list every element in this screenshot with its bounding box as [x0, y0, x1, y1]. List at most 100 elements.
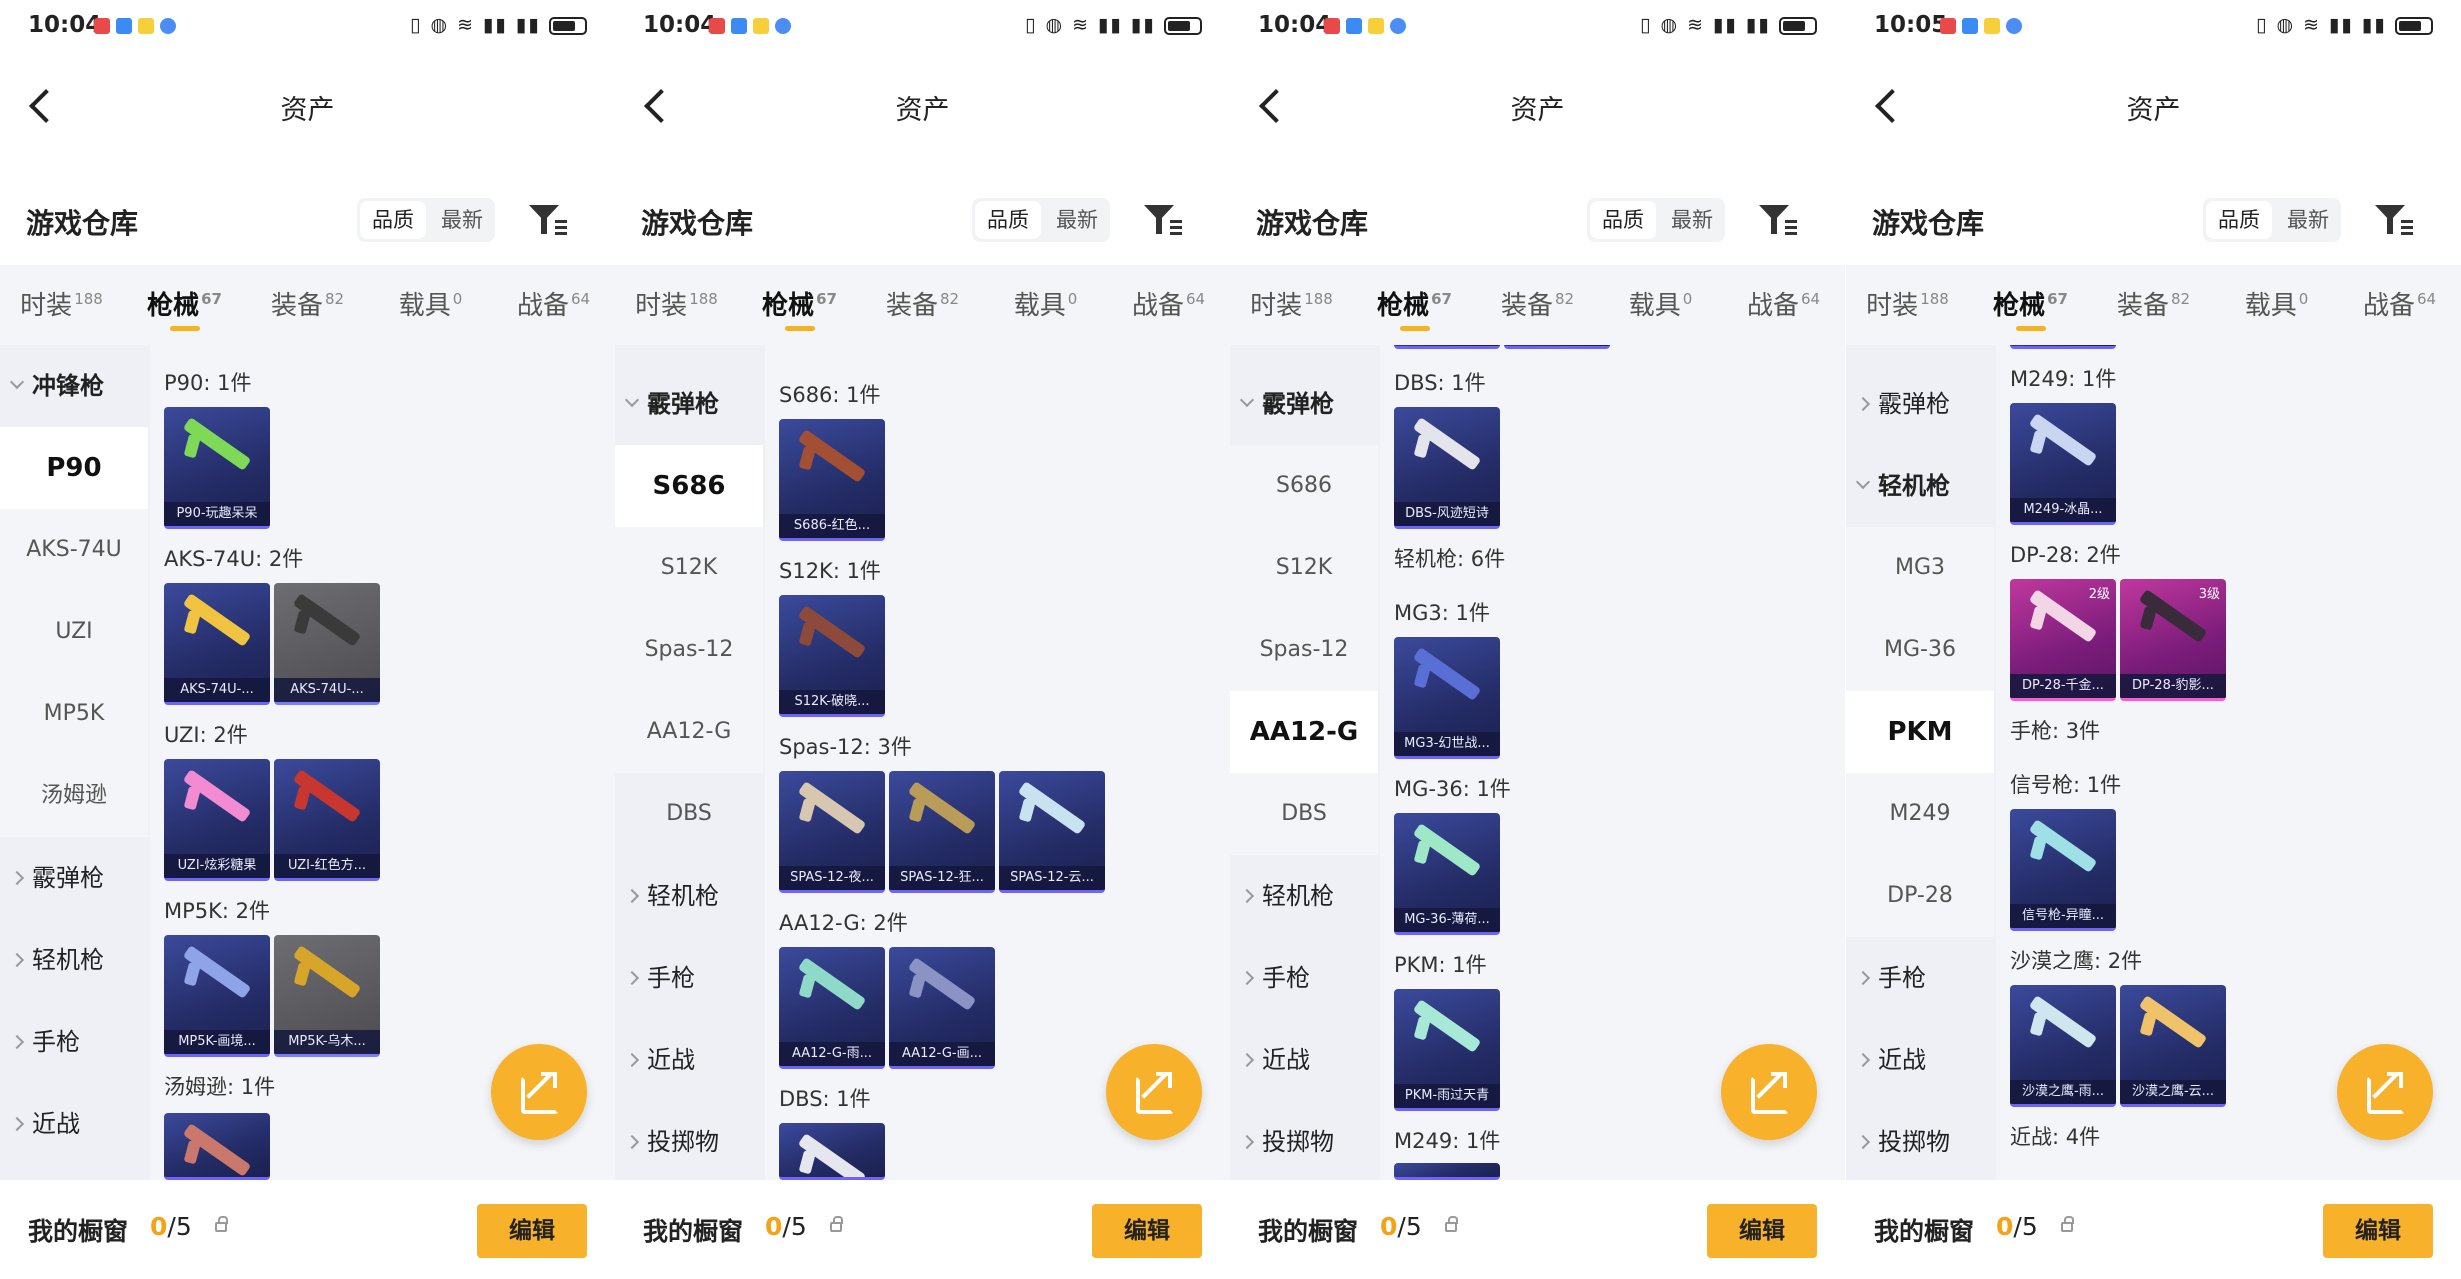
sidebar-item-aa12g[interactable]: AA12-G: [615, 691, 763, 773]
tab-firearms[interactable]: 枪械 67: [123, 265, 246, 345]
skin-card[interactable]: 2级 DP-28-千金...: [2010, 579, 2116, 701]
sidebar-item-s686[interactable]: S686: [615, 445, 763, 527]
edit-button[interactable]: 编辑: [1092, 1204, 1202, 1258]
sidebar-group-throwable[interactable]: 投掷物: [1846, 1101, 1994, 1183]
skin-card[interactable]: SPAS-12-夜...: [779, 771, 885, 893]
filter-icon[interactable]: [2373, 202, 2413, 238]
sidebar-group-lmg[interactable]: 轻机枪: [1846, 445, 1994, 527]
share-icon[interactable]: [491, 1044, 587, 1140]
tab-equipment[interactable]: 装备 82: [2092, 265, 2215, 345]
sidebar-item-mg3[interactable]: MG3: [1846, 527, 1994, 609]
sort-latest[interactable]: 最新: [2275, 198, 2341, 242]
sidebar-group-lmg[interactable]: 轻机枪: [0, 919, 148, 1001]
skin-card[interactable]: [1394, 1163, 1500, 1180]
sidebar-group-melee[interactable]: 近战: [1230, 1019, 1378, 1101]
skin-card[interactable]: UZI-炫彩糖果: [164, 759, 270, 881]
sidebar-group-shotgun[interactable]: 霰弹枪: [1230, 363, 1378, 445]
skin-card[interactable]: SPAS-12-云...: [999, 771, 1105, 893]
tab-firearms[interactable]: 枪械 67: [1969, 265, 2092, 345]
tab-equipment[interactable]: 装备 82: [1476, 265, 1599, 345]
skin-card[interactable]: AA12-G-雨...: [779, 947, 885, 1069]
skin-card[interactable]: AKS-74U-...: [164, 583, 270, 705]
sort-quality[interactable]: 品质: [360, 201, 426, 239]
sidebar-group-throwable[interactable]: 投掷物: [1230, 1101, 1378, 1183]
edit-button[interactable]: 编辑: [477, 1204, 587, 1258]
tab-equipment[interactable]: 装备 82: [861, 265, 984, 345]
sidebar-item-uzi[interactable]: UZI: [0, 591, 148, 673]
tab-fashion[interactable]: 时装 188: [1846, 265, 1969, 345]
tab-fashion[interactable]: 时装 188: [1230, 265, 1353, 345]
sidebar-item-dbs[interactable]: DBS: [1230, 773, 1378, 855]
sidebar-group-shotgun[interactable]: 霰弹枪: [0, 837, 148, 919]
skin-card[interactable]: MP5K-乌木...: [274, 935, 380, 1057]
skin-card[interactable]: [779, 1123, 885, 1180]
sidebar-group-lmg[interactable]: 轻机枪: [1230, 855, 1378, 937]
sidebar-item-thompson[interactable]: 汤姆逊: [0, 755, 148, 837]
sort-latest[interactable]: 最新: [1659, 198, 1725, 242]
sidebar-group-melee[interactable]: 近战: [615, 1019, 763, 1101]
tab-supplies[interactable]: 战备 64: [1722, 265, 1845, 345]
tab-vehicles[interactable]: 载具 0: [369, 265, 492, 345]
sidebar-item-s686[interactable]: S686: [1230, 445, 1378, 527]
sidebar-group-pistol[interactable]: 手枪: [615, 937, 763, 1019]
sidebar-item-s12k[interactable]: S12K: [1230, 527, 1378, 609]
edit-button[interactable]: 编辑: [2323, 1204, 2433, 1258]
sidebar-item-m249[interactable]: M249: [1846, 773, 1994, 855]
skin-card[interactable]: [1504, 345, 1610, 349]
skin-card[interactable]: 沙漠之鹰-雨...: [2010, 985, 2116, 1107]
skin-card[interactable]: S686-红色...: [779, 419, 885, 541]
skin-card[interactable]: UZI-红色方...: [274, 759, 380, 881]
sidebar-group-melee[interactable]: 近战: [0, 1083, 148, 1165]
tab-firearms[interactable]: 枪械 67: [1353, 265, 1476, 345]
sidebar-group-lmg[interactable]: 轻机枪: [615, 855, 763, 937]
sidebar-item-mg36[interactable]: MG-36: [1846, 609, 1994, 691]
skin-card[interactable]: AA12-G-画...: [889, 947, 995, 1069]
share-icon[interactable]: [1106, 1044, 1202, 1140]
sidebar-group-pistol[interactable]: 手枪: [1846, 937, 1994, 1019]
edit-button[interactable]: 编辑: [1707, 1204, 1817, 1258]
skin-card[interactable]: DBS-风迹短诗: [1394, 407, 1500, 529]
sidebar-group-shotgun[interactable]: 霰弹枪: [1846, 363, 1994, 445]
tab-supplies[interactable]: 战备 64: [2338, 265, 2461, 345]
skin-card[interactable]: PKM-雨过天青: [1394, 989, 1500, 1111]
sidebar-item-spas12[interactable]: Spas-12: [1230, 609, 1378, 691]
sidebar-item-spas12[interactable]: Spas-12: [615, 609, 763, 691]
skin-card[interactable]: [164, 1113, 270, 1180]
sort-latest[interactable]: 最新: [429, 198, 495, 242]
skin-card[interactable]: SPAS-12-狂...: [889, 771, 995, 893]
share-icon[interactable]: [2337, 1044, 2433, 1140]
tab-firearms[interactable]: 枪械 67: [738, 265, 861, 345]
skin-card[interactable]: MP5K-画境...: [164, 935, 270, 1057]
tab-vehicles[interactable]: 载具 0: [984, 265, 1107, 345]
sidebar-item-pkm[interactable]: PKM: [1846, 691, 1994, 773]
sidebar-group-pistol[interactable]: 手枪: [0, 1001, 148, 1083]
skin-card[interactable]: [2010, 345, 2116, 349]
sidebar-item-aa12g[interactable]: AA12-G: [1230, 691, 1378, 773]
sidebar-item-p90[interactable]: P90: [0, 427, 148, 509]
sidebar-item-dbs[interactable]: DBS: [615, 773, 763, 855]
skin-card[interactable]: P90-玩趣呆呆: [164, 407, 270, 529]
sidebar-item-s12k[interactable]: S12K: [615, 527, 763, 609]
tab-fashion[interactable]: 时装 188: [615, 265, 738, 345]
skin-card[interactable]: 信号枪-异瞳...: [2010, 809, 2116, 931]
tab-vehicles[interactable]: 载具 0: [1599, 265, 1722, 345]
skin-card[interactable]: MG3-幻世战...: [1394, 637, 1500, 759]
sidebar-item-mp5k[interactable]: MP5K: [0, 673, 148, 755]
skin-card[interactable]: M249-冰晶...: [2010, 403, 2116, 525]
tab-equipment[interactable]: 装备 82: [246, 265, 369, 345]
skin-card[interactable]: 沙漠之鹰-云...: [2120, 985, 2226, 1107]
tab-fashion[interactable]: 时装 188: [0, 265, 123, 345]
tab-supplies[interactable]: 战备 64: [492, 265, 615, 345]
filter-icon[interactable]: [1757, 202, 1797, 238]
tab-supplies[interactable]: 战备 64: [1107, 265, 1230, 345]
sidebar-group-pistol[interactable]: 手枪: [1230, 937, 1378, 1019]
sidebar-group-shotgun[interactable]: 霰弹枪: [615, 363, 763, 445]
filter-icon[interactable]: [527, 202, 567, 238]
sort-quality[interactable]: 品质: [975, 201, 1041, 239]
sidebar-item-dp28[interactable]: DP-28: [1846, 855, 1994, 937]
sort-latest[interactable]: 最新: [1044, 198, 1110, 242]
skin-card[interactable]: [1394, 345, 1500, 349]
sidebar-group-smg[interactable]: 冲锋枪: [0, 345, 148, 427]
sidebar-group-throwable[interactable]: 投掷物: [615, 1101, 763, 1183]
skin-card[interactable]: MG-36-薄荷...: [1394, 813, 1500, 935]
